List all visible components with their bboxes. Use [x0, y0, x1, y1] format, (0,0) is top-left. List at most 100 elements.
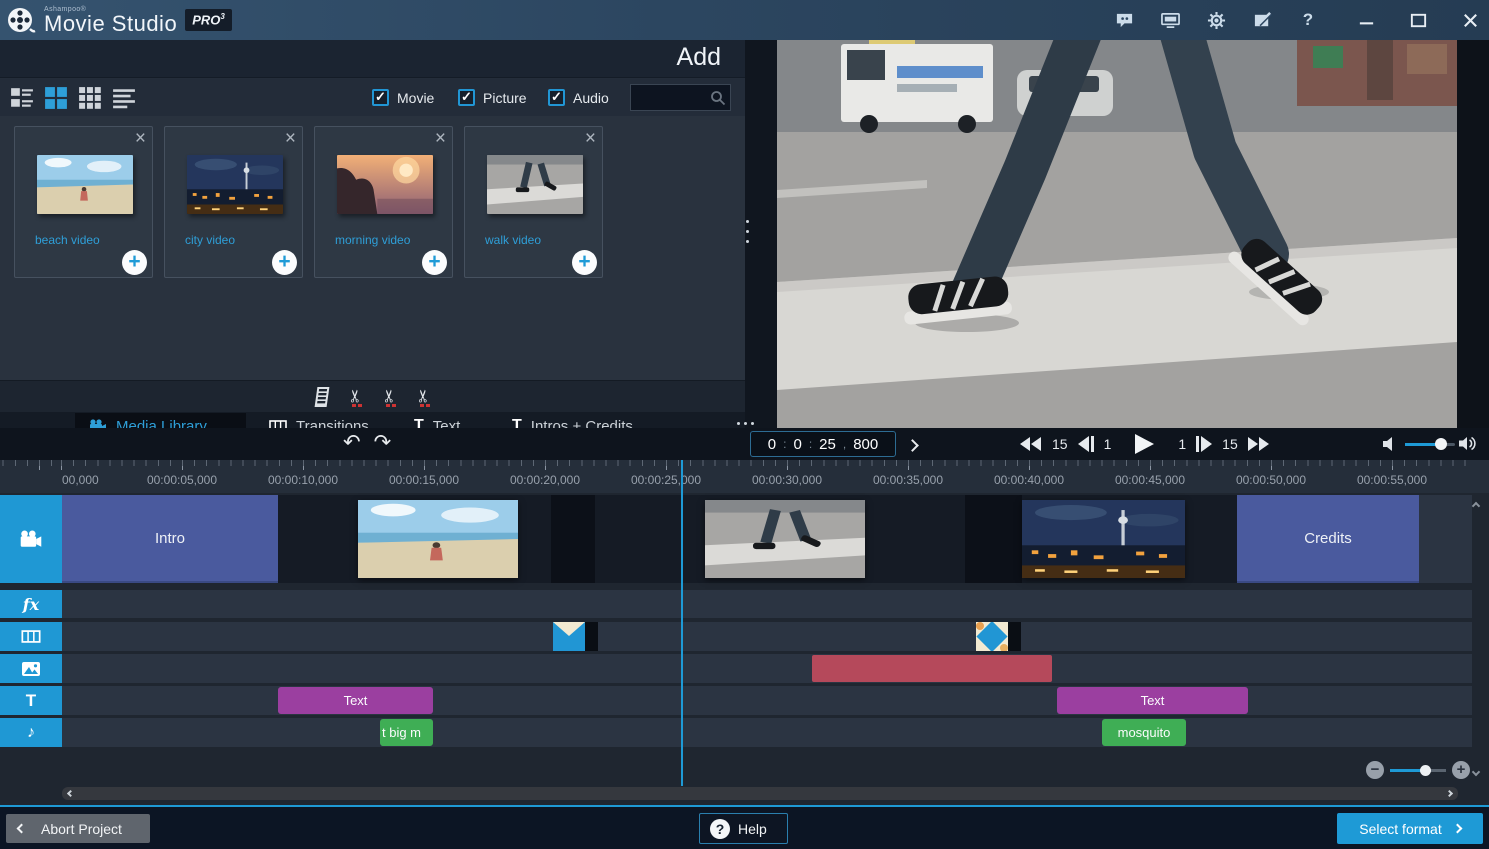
transition-shadow: [585, 622, 598, 651]
timecode-display[interactable]: 0 : 0 : 25 , 800: [750, 431, 896, 457]
scroll-left-icon[interactable]: [67, 790, 74, 797]
view-small-grid-icon[interactable]: [78, 86, 102, 110]
effects-track[interactable]: [0, 590, 1472, 618]
zoom-knob[interactable]: [1420, 765, 1431, 776]
zoom-slider[interactable]: [1390, 769, 1446, 772]
audio-track-header[interactable]: ♪: [0, 718, 62, 747]
scroll-right-icon[interactable]: [1446, 790, 1453, 797]
credits-clip[interactable]: Credits: [1237, 495, 1419, 583]
media-card-label: morning video: [335, 233, 410, 247]
minimize-button[interactable]: [1355, 9, 1377, 31]
add-to-timeline-icon[interactable]: +: [572, 250, 597, 275]
city-clip[interactable]: [1022, 500, 1185, 578]
skip-fwd-icon[interactable]: [1248, 437, 1270, 451]
clip-tool-strip: ✂ ✂ ✂: [0, 380, 745, 412]
timeline-splitter-handle[interactable]: [737, 422, 754, 425]
video-preview[interactable]: [777, 40, 1457, 428]
cut-left-icon[interactable]: ✂: [383, 386, 403, 410]
media-card-city[interactable]: × city video +: [164, 126, 303, 278]
video-track-header[interactable]: [0, 495, 62, 583]
select-format-button[interactable]: Select format: [1337, 813, 1483, 844]
remove-media-icon[interactable]: ×: [585, 129, 596, 148]
image-track-header[interactable]: [0, 654, 62, 683]
text-track[interactable]: Text Text: [0, 686, 1472, 715]
ruler-label: 00:00:50,000: [1236, 473, 1306, 487]
remove-media-icon[interactable]: ×: [135, 129, 146, 148]
help-icon[interactable]: ?: [1297, 9, 1319, 31]
maximize-button[interactable]: [1407, 9, 1429, 31]
audio-clip-2[interactable]: mosquito: [1102, 719, 1186, 746]
settings-gear-icon[interactable]: [1205, 9, 1227, 31]
movie-label: Movie: [397, 90, 434, 106]
filter-audio[interactable]: Audio: [548, 89, 609, 106]
help-button[interactable]: ? Help: [699, 813, 788, 844]
add-to-timeline-icon[interactable]: +: [122, 250, 147, 275]
add-to-timeline-icon[interactable]: +: [272, 250, 297, 275]
audio-clip-1[interactable]: t big m: [380, 719, 433, 746]
media-card-beach[interactable]: × beach video +: [14, 126, 153, 278]
abort-project-button[interactable]: Abort Project: [6, 814, 150, 843]
add-media-button[interactable]: Add: [677, 43, 721, 72]
zoom-out-icon[interactable]: −: [1366, 761, 1384, 779]
transition-clip-1[interactable]: [553, 622, 585, 651]
mute-icon[interactable]: [1383, 437, 1397, 451]
volume-slider[interactable]: [1405, 443, 1455, 446]
undo-icon[interactable]: ↶: [343, 430, 361, 455]
movie-checkbox[interactable]: [372, 89, 389, 106]
search-box[interactable]: [630, 84, 731, 111]
image-overlay-clip[interactable]: [812, 655, 1052, 682]
play-button[interactable]: [1135, 434, 1154, 454]
ruler-label: 00:00:40,000: [994, 473, 1064, 487]
transition-track-header[interactable]: [0, 622, 62, 651]
skip-back-icon[interactable]: [1020, 437, 1042, 451]
time-ruler[interactable]: 00,000 00:00:05,000 00:00:10,000 00:00:1…: [0, 460, 1489, 493]
media-card-walk[interactable]: × walk video +: [464, 126, 603, 278]
timeline-zoom-control: − +: [1366, 760, 1470, 780]
screen-mode-icon[interactable]: [1159, 9, 1181, 31]
text-clip-1[interactable]: Text: [278, 687, 433, 714]
playhead[interactable]: [681, 460, 683, 786]
filter-movie[interactable]: Movie: [372, 89, 434, 106]
edit-project-icon[interactable]: [1251, 9, 1273, 31]
text-track-header[interactable]: T: [0, 686, 62, 715]
transition-track[interactable]: [0, 622, 1472, 651]
filter-picture[interactable]: Picture: [458, 89, 527, 106]
redo-icon[interactable]: ↷: [374, 430, 392, 455]
close-button[interactable]: [1459, 9, 1481, 31]
audio-checkbox[interactable]: [548, 89, 565, 106]
view-large-grid-icon[interactable]: [44, 86, 68, 110]
text-clip-2[interactable]: Text: [1057, 687, 1248, 714]
remove-media-icon[interactable]: ×: [435, 129, 446, 148]
search-input[interactable]: [631, 90, 710, 105]
volume-knob[interactable]: [1435, 438, 1447, 450]
scroll-up-icon[interactable]: [1473, 498, 1479, 512]
beach-thumbnail: [37, 155, 133, 214]
effects-track-header[interactable]: fx: [0, 590, 62, 618]
zoom-in-icon[interactable]: +: [1452, 761, 1470, 779]
volume-icon[interactable]: [1459, 436, 1477, 451]
media-card-morning[interactable]: × morning video +: [314, 126, 453, 278]
cut-clip-icon[interactable]: ✂: [349, 386, 369, 410]
view-detail-icon[interactable]: [10, 86, 34, 110]
intro-clip[interactable]: Intro: [62, 495, 278, 583]
audio-track[interactable]: t big m mosquito: [0, 718, 1472, 747]
add-to-timeline-icon[interactable]: +: [422, 250, 447, 275]
panel-splitter[interactable]: [745, 40, 777, 428]
transition-clip-2[interactable]: [976, 622, 1008, 651]
time-expand-icon[interactable]: [908, 437, 917, 455]
feedback-icon[interactable]: [1113, 9, 1135, 31]
delete-scene-icon[interactable]: [314, 386, 334, 410]
remove-media-icon[interactable]: ×: [285, 129, 296, 148]
horizontal-scrollbar[interactable]: [62, 787, 1458, 800]
beach-clip[interactable]: [358, 500, 518, 578]
walk-clip[interactable]: [705, 500, 865, 578]
time-minutes: 0: [793, 436, 801, 453]
cut-right-icon[interactable]: ✂: [417, 386, 437, 410]
frame-fwd-icon[interactable]: [1196, 436, 1212, 452]
skip-back-amount: 15: [1052, 436, 1068, 452]
frame-back-icon[interactable]: [1078, 436, 1094, 452]
picture-checkbox[interactable]: [458, 89, 475, 106]
image-track[interactable]: [0, 654, 1472, 683]
view-list-icon[interactable]: [112, 86, 136, 110]
scroll-down-icon[interactable]: [1473, 764, 1479, 778]
